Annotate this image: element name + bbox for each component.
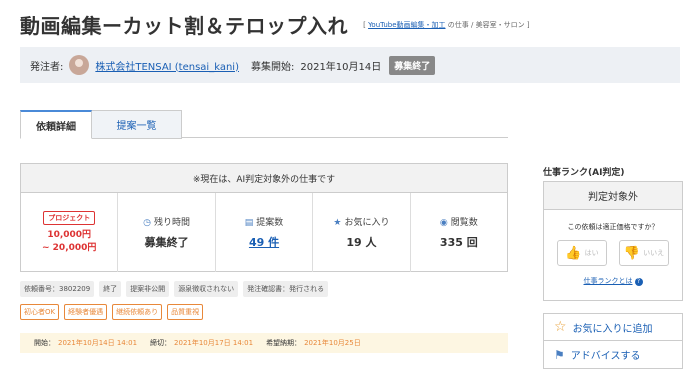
category-link[interactable]: YouTube動画編集・加工 [368, 21, 445, 29]
stat-value-favorites: 19 人 [346, 236, 377, 249]
tag-continuous: 継続依頼あり [112, 304, 163, 320]
tag-job-number: 依頼番号：3802209 [20, 281, 95, 297]
due-label: 希望納期： [266, 339, 302, 347]
document-icon: ▤ [244, 218, 254, 228]
project-badge: プロジェクト [43, 210, 96, 225]
ai-notice: ※現在は、AI判定対象外の仕事です [21, 164, 507, 193]
price-max: ~ 20,000円 [42, 242, 97, 253]
tag-quality: 品質重視 [167, 304, 204, 320]
deadline-datetime: 2021年10月17日 14:01 [174, 339, 254, 347]
breadcrumb: [ YouTube動画編集・加工 の仕事 / 美容室・サロン ] [363, 20, 529, 30]
rank-panel: 判定対象外 この依頼は適正価格ですか？ 👍 はい 👎 いいえ 仕事ランクとは? [543, 181, 683, 301]
flag-icon: ⚑ [554, 347, 565, 362]
price-min: 10,000円 [47, 229, 92, 240]
thumbs-down-icon: 👎 [623, 245, 641, 261]
proposals-count-link[interactable]: 49 件 [249, 234, 279, 250]
title-row: 動画編集ーカット割＆テロップ入れ [ YouTube動画編集・加工 の仕事 / … [20, 10, 700, 39]
question-icon[interactable]: ? [634, 278, 643, 286]
advice-button[interactable]: ⚑ アドバイスする [543, 341, 683, 369]
stat-label-time: 残り時間 [154, 218, 191, 228]
tab-detail[interactable]: 依頼詳細 [20, 110, 92, 139]
tag-status: 終了 [99, 281, 122, 297]
job-meta-tags: 依頼番号：3802209 終了 提案非公開 源泉徴収されない 発注確認書：発行さ… [20, 281, 329, 297]
breadcrumb-rest: の仕事 / 美容室・サロン [447, 20, 525, 29]
stat-price: プロジェクト 10,000円 ~ 20,000円 [21, 193, 119, 272]
tag-private: 提案非公開 [126, 281, 170, 297]
schedule-bar: 開始： 2021年10月14日 14:01 締切： 2021年10月17日 14… [20, 333, 508, 353]
tab-proposals[interactable]: 提案一覧 [92, 110, 182, 139]
client-label: 発注者: [30, 61, 64, 73]
start-date: 2021年10月14日 [300, 61, 382, 73]
client-bar: 発注者: 株式会社TENSAI (tensai_kani) 募集開始: 2021… [20, 47, 680, 83]
deadline-label: 締切： [150, 339, 172, 347]
client-name-link[interactable]: 株式会社TENSAI (tensai_kani) [95, 58, 239, 73]
vote-no-label: いいえ [643, 249, 665, 257]
vote-yes-label: はい [584, 249, 599, 257]
star-outline-icon: ☆ [554, 319, 567, 335]
stat-value-time: 募集終了 [144, 236, 189, 249]
advice-label: アドバイスする [570, 351, 641, 362]
stat-label-favorites: お気に入り [344, 218, 390, 228]
eye-icon: ◉ [439, 218, 448, 228]
job-summary: ※現在は、AI判定対象外の仕事です プロジェクト 10,000円 ~ 20,00… [20, 163, 508, 272]
start-label: 募集開始: [250, 61, 295, 73]
status-badge: 募集終了 [389, 55, 436, 75]
rank-help-link[interactable]: 仕事ランクとは [584, 277, 633, 285]
breadcrumb-open: [ [363, 20, 366, 29]
stat-favorites: ★ お気に入り 19 人 [313, 193, 411, 272]
add-favorite-button[interactable]: ☆ お気に入りに追加 [543, 313, 683, 341]
thumbs-up-icon: 👍 [565, 245, 582, 261]
stat-time: ◷ 残り時間 募集終了 [118, 193, 216, 272]
page-title: 動画編集ーカット割＆テロップ入れ [20, 14, 348, 38]
start-label-2: 開始： [34, 339, 55, 347]
rank-result: 判定対象外 [544, 182, 682, 210]
star-icon: ★ [333, 218, 342, 228]
add-favorite-label: お気に入りに追加 [572, 323, 653, 335]
clock-icon: ◷ [143, 218, 152, 228]
tag-order-confirmation: 発注確認書：発行される [243, 281, 329, 297]
due-date: 2021年10月25日 [304, 339, 361, 347]
vote-yes-button[interactable]: 👍 はい [557, 240, 607, 266]
breadcrumb-close: ] [526, 20, 530, 29]
rank-title: 仕事ランク(AI判定) [543, 168, 625, 178]
price-question: この依頼は適正価格ですか？ [567, 223, 659, 231]
stat-views: ◉ 閲覧数 335 回 [411, 193, 507, 272]
job-feature-tags: 初心者OK 経験者優遇 継続依頼あり 品質重視 [20, 304, 204, 320]
avatar[interactable] [69, 55, 90, 75]
stat-value-views: 335 回 [439, 236, 478, 249]
start-datetime: 2021年10月14日 14:01 [58, 339, 138, 347]
stat-proposals: ▤ 提案数 49 件 [216, 193, 314, 272]
stat-label-proposals: 提案数 [256, 218, 284, 228]
tag-experienced: 経験者優遇 [64, 304, 108, 320]
tag-beginner-ok: 初心者OK [20, 304, 60, 320]
tag-withholding: 源泉徴収されない [174, 281, 239, 297]
tab-bar: 依頼詳細 提案一覧 [20, 110, 508, 139]
vote-no-button[interactable]: 👎 いいえ [619, 240, 669, 266]
stat-label-views: 閲覧数 [450, 218, 478, 228]
